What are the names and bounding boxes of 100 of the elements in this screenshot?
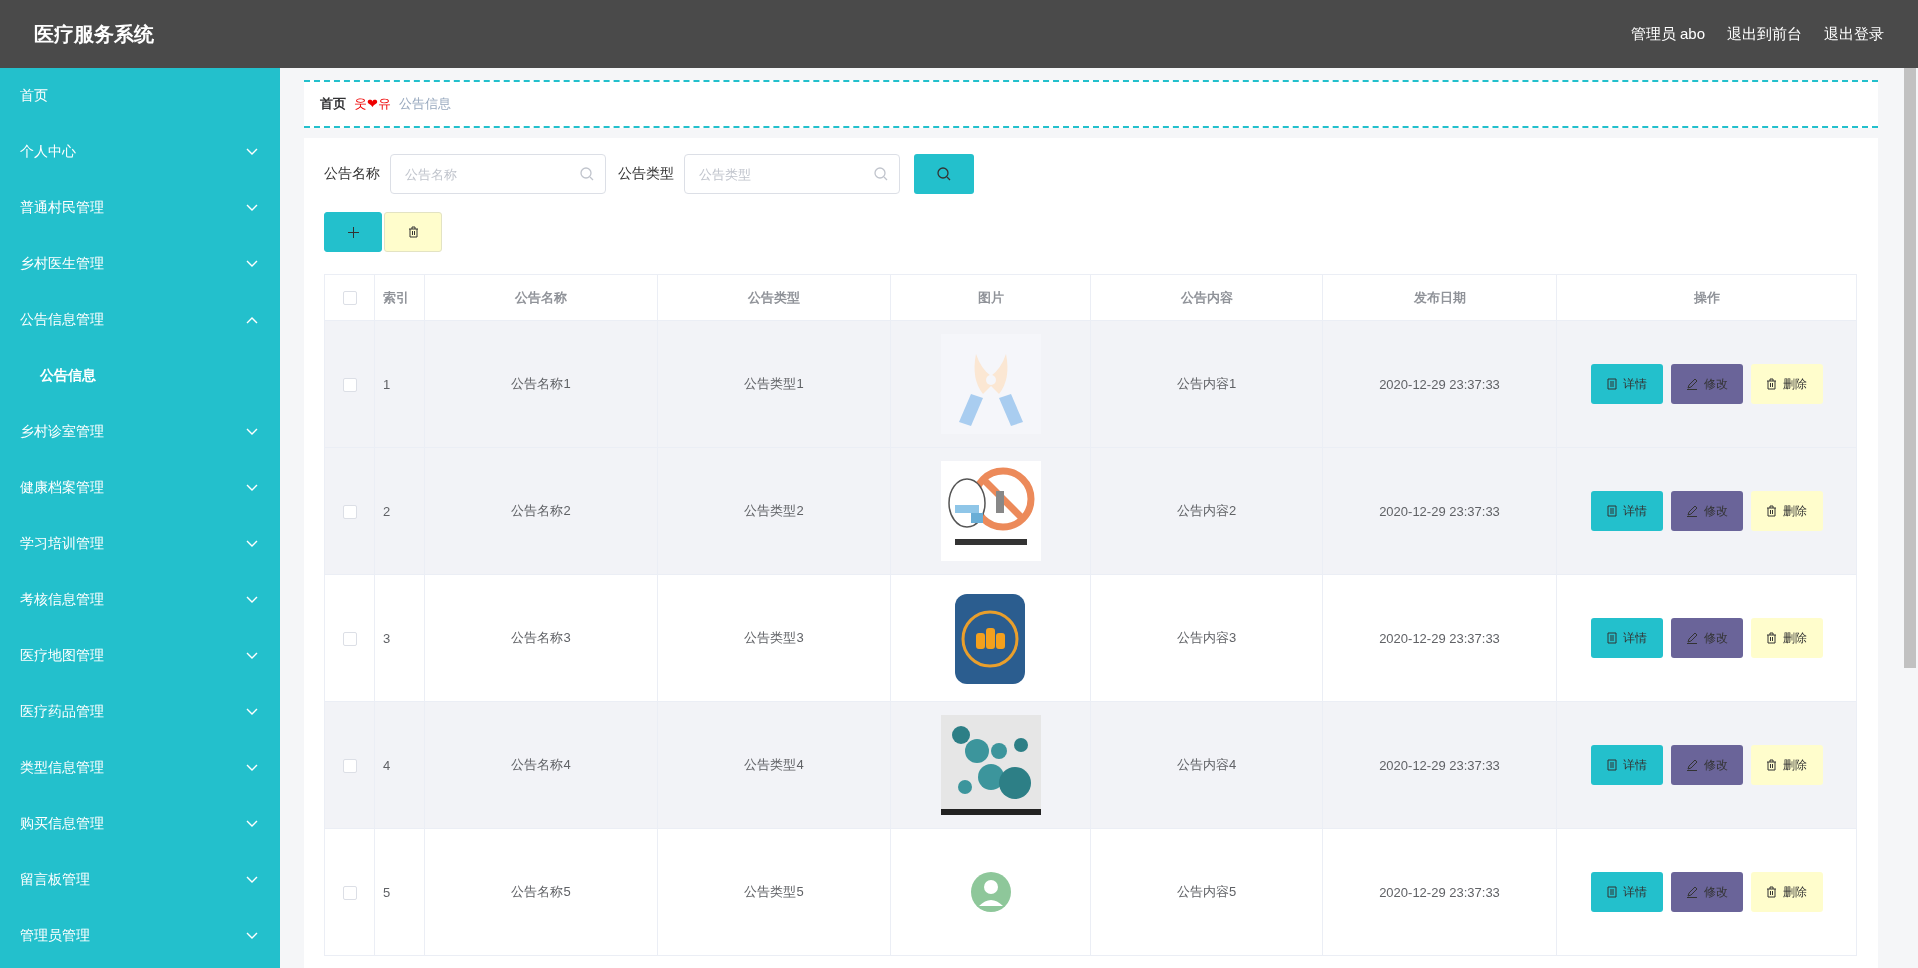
table-cell: 公告名称2: [424, 447, 658, 575]
sidebar-item[interactable]: 首页: [0, 68, 280, 124]
field-label: 公告名称: [324, 165, 380, 183]
table-cell: 公告内容3: [1090, 574, 1323, 702]
sidebar-item[interactable]: 公告信息管理: [0, 292, 280, 348]
table-row[interactable]: 5 公告名称5 公告类型5 公告内容5 2020-12-29 23:37:33 详情 修改 删除: [324, 828, 1857, 956]
table-cell: 3: [374, 574, 425, 702]
details-button[interactable]: 详情: [1590, 364, 1663, 404]
table-cell: 公告类型3: [657, 574, 891, 702]
trash-icon: [1766, 759, 1777, 771]
sidebar-item[interactable]: 购买信息管理: [0, 796, 280, 852]
row-checkbox[interactable]: [342, 377, 357, 392]
table-cell: 2020-12-29 23:37:33: [1322, 828, 1557, 956]
trash-icon: [1766, 378, 1777, 390]
table-cell: 公告内容4: [1090, 701, 1323, 829]
sidebar-item[interactable]: 乡村诊室管理: [0, 404, 280, 460]
search-field[interactable]: 公告类型: [684, 154, 900, 194]
delete-button[interactable]: 删除: [1750, 491, 1823, 531]
header-link[interactable]: 退出到前台: [1727, 24, 1802, 44]
sidebar-item[interactable]: 医疗药品管理: [0, 684, 280, 740]
sidebar-item[interactable]: 考核信息管理: [0, 572, 280, 628]
row-checkbox[interactable]: [342, 631, 357, 646]
breadcrumb-current: 公告信息: [398, 95, 451, 113]
table-cell: 4: [374, 701, 425, 829]
table-row[interactable]: 4 公告名称4 公告类型4 公告内容4 2020-12-29 23:37:33 详情 修改 删除: [324, 701, 1857, 829]
sidebar-item[interactable]: 管理员管理: [0, 908, 280, 964]
search-icon: [874, 167, 888, 181]
trash-icon: [1766, 886, 1777, 898]
document-icon: [1606, 632, 1617, 644]
sidebar-item[interactable]: 学习培训管理: [0, 516, 280, 572]
sidebar-item[interactable]: 个人中心: [0, 124, 280, 180]
pen-icon: [1685, 505, 1698, 517]
pen-icon: [1685, 759, 1698, 771]
search-icon: [937, 167, 951, 181]
edit-button[interactable]: 修改: [1670, 872, 1743, 912]
table-row[interactable]: 3 公告名称3 公告类型3 公告内容3 2020-12-29 23:37:33 详情 修改 删除: [324, 574, 1857, 702]
delete-button[interactable]: 删除: [1750, 618, 1823, 658]
table-cell: 公告类型5: [657, 828, 891, 956]
column-header: 公告名称: [424, 274, 658, 321]
table-cell: 公告名称5: [424, 828, 658, 956]
trash-icon: [407, 226, 419, 238]
sidebar-item[interactable]: 健康档案管理: [0, 460, 280, 516]
sidebar-item[interactable]: 医疗地图管理: [0, 628, 280, 684]
details-button[interactable]: 详情: [1590, 872, 1663, 912]
table-cell: 公告类型2: [657, 447, 891, 575]
delete-button[interactable]: 删除: [1750, 872, 1823, 912]
table-cell: 1: [374, 320, 425, 448]
search-button[interactable]: [914, 154, 974, 194]
sidebar-subitem[interactable]: 公告信息: [0, 348, 280, 404]
field-label: 公告类型: [618, 165, 674, 183]
delete-button[interactable]: 删除: [1750, 745, 1823, 785]
column-header: 公告类型: [657, 274, 891, 321]
table-cell: 公告内容1: [1090, 320, 1323, 448]
scrollbar[interactable]: [1904, 68, 1916, 668]
search-field[interactable]: 公告名称: [390, 154, 606, 194]
table-cell: 公告类型4: [657, 701, 891, 829]
table-row[interactable]: 2 公告名称2 公告类型2 公告内容2 2020-12-29 23:37:33 详情 修改 删除: [324, 447, 1857, 575]
details-button[interactable]: 详情: [1590, 745, 1663, 785]
delete-button[interactable]: [384, 212, 442, 252]
row-checkbox[interactable]: [342, 885, 357, 900]
row-checkbox[interactable]: [342, 758, 357, 773]
column-header: 发布日期: [1322, 274, 1557, 321]
column-header: 操作: [1556, 274, 1857, 321]
edit-button[interactable]: 修改: [1670, 618, 1743, 658]
details-button[interactable]: 详情: [1590, 491, 1663, 531]
pen-icon: [1685, 632, 1698, 644]
sidebar-item[interactable]: 普通村民管理: [0, 180, 280, 236]
sidebar-item[interactable]: 乡村医生管理: [0, 236, 280, 292]
column-header: 图片: [890, 274, 1091, 321]
header-link[interactable]: 管理员 abo: [1630, 24, 1705, 44]
select-all-checkbox[interactable]: [342, 291, 357, 306]
table-cell: 2020-12-29 23:37:33: [1322, 701, 1557, 829]
table-row[interactable]: 1 公告名称1 公告类型1 公告内容1 2020-12-29 23:37:33 详情 修改 删除: [324, 320, 1857, 448]
details-button[interactable]: 详情: [1590, 618, 1663, 658]
plus-icon: [347, 226, 359, 238]
header-link[interactable]: 退出登录: [1824, 24, 1884, 44]
table-cell: 5: [374, 828, 425, 956]
search-icon: [580, 167, 594, 181]
table-cell: 公告名称3: [424, 574, 658, 702]
pen-icon: [1685, 886, 1698, 898]
pen-icon: [1685, 378, 1698, 390]
row-checkbox[interactable]: [342, 504, 357, 519]
document-icon: [1606, 378, 1617, 390]
edit-button[interactable]: 修改: [1670, 364, 1743, 404]
table-cell: 2: [374, 447, 425, 575]
sidebar-item[interactable]: 类型信息管理: [0, 740, 280, 796]
edit-button[interactable]: 修改: [1670, 491, 1743, 531]
table-cell: 2020-12-29 23:37:33: [1322, 574, 1557, 702]
document-icon: [1606, 886, 1617, 898]
sidebar-item[interactable]: 留言板管理: [0, 852, 280, 908]
table-cell: 2020-12-29 23:37:33: [1322, 320, 1557, 448]
breadcrumb-home[interactable]: 首页: [320, 95, 346, 113]
edit-button[interactable]: 修改: [1670, 745, 1743, 785]
column-header: 索引: [374, 274, 425, 321]
document-icon: [1606, 759, 1617, 771]
table-cell: 公告内容5: [1090, 828, 1323, 956]
table-cell: 公告内容2: [1090, 447, 1323, 575]
delete-button[interactable]: 删除: [1750, 364, 1823, 404]
trash-icon: [1766, 505, 1777, 517]
table-cell: 公告类型1: [657, 320, 891, 448]
